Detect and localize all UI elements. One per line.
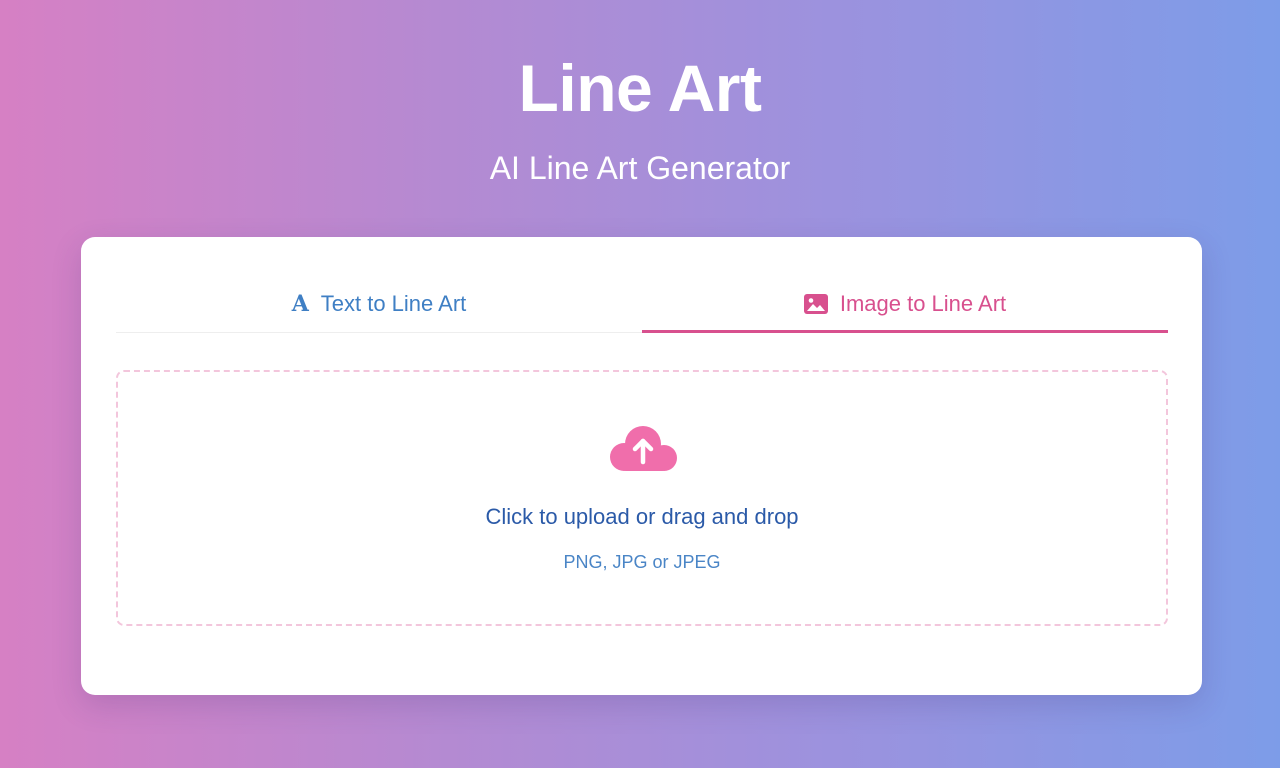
upload-dropzone[interactable]: Click to upload or drag and drop PNG, JP… — [116, 370, 1168, 626]
tab-label: Image to Line Art — [839, 290, 1007, 316]
tab-label: Text to Line Art — [320, 290, 467, 316]
image-icon — [803, 293, 828, 314]
generator-card: A Text to Line Art Image to Line Art Cli… — [81, 237, 1202, 695]
font-icon: A — [291, 290, 309, 317]
tab-text-to-line-art[interactable]: A Text to Line Art — [116, 275, 642, 332]
page-title: Line Art — [518, 51, 762, 125]
cloud-upload-icon — [610, 426, 677, 471]
tab-image-to-line-art[interactable]: Image to Line Art — [642, 275, 1168, 333]
mode-tabs: A Text to Line Art Image to Line Art — [116, 275, 1168, 333]
upload-hint: PNG, JPG or JPEG — [563, 552, 721, 572]
upload-title: Click to upload or drag and drop — [485, 504, 799, 529]
page-subtitle: AI Line Art Generator — [489, 150, 791, 186]
